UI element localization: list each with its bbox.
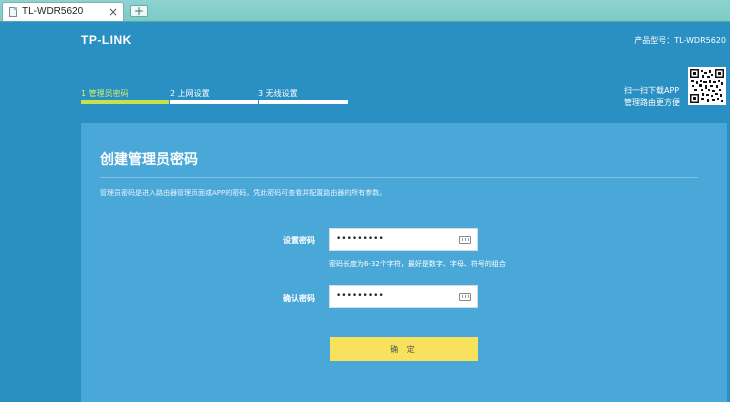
confirm-button[interactable]: 确 定 <box>330 337 478 361</box>
browser-tab-bar: TL-WDR5620 × + <box>0 0 730 22</box>
page-title: 创建管理员密码 <box>100 152 198 168</box>
page-icon <box>9 7 17 17</box>
keyboard-icon[interactable] <box>459 236 471 244</box>
app-download-text: 扫一扫下载APP 管理路由更方便 <box>624 85 680 109</box>
step-progress-bar-active <box>81 100 169 104</box>
browser-tab[interactable]: TL-WDR5620 × <box>2 2 124 21</box>
password-hint: 密码长度为6-32个字符，最好是数字、字母、符号的组合 <box>329 260 506 268</box>
step-progress-bar <box>170 100 258 104</box>
step-admin-password: 1 管理员密码 <box>81 89 129 98</box>
password-input[interactable]: ••••••••• <box>329 228 478 251</box>
tp-link-logo: TP-LINK <box>81 33 132 47</box>
confirm-password-label: 确认密码 <box>283 294 315 303</box>
keyboard-icon[interactable] <box>459 293 471 301</box>
step-wireless-settings: 3 无线设置 <box>258 89 298 98</box>
tab-title: TL-WDR5620 <box>22 6 84 17</box>
divider <box>100 177 698 178</box>
new-tab-button[interactable]: + <box>130 5 148 17</box>
app-download-line2: 管理路由更方便 <box>624 98 680 107</box>
password-description: 管理员密码是进入路由器管理页面或APP的密码，凭此密码可查看并配置路由器的所有参… <box>100 189 387 197</box>
close-tab-icon[interactable]: × <box>108 4 118 20</box>
create-password-card: 创建管理员密码 管理员密码是进入路由器管理页面或APP的密码，凭此密码可查看并配… <box>81 123 727 402</box>
product-model: 产品型号：TL-WDR5620 <box>634 36 726 45</box>
confirm-password-value: ••••••••• <box>336 291 384 301</box>
qr-code-icon <box>688 67 726 105</box>
password-label: 设置密码 <box>283 236 315 245</box>
app-download-line1: 扫一扫下载APP <box>624 86 680 95</box>
step-progress-bar <box>259 100 348 104</box>
step-internet-settings: 2 上网设置 <box>170 89 210 98</box>
password-value: ••••••••• <box>336 234 384 244</box>
confirm-password-input[interactable]: ••••••••• <box>329 285 478 308</box>
